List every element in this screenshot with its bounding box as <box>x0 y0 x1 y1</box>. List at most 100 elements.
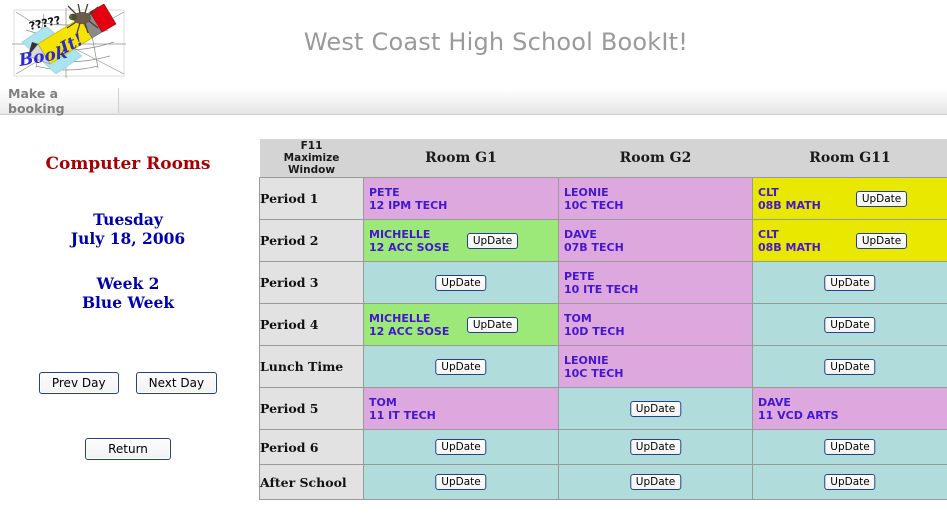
update-booking-button[interactable]: UpDate <box>824 439 876 455</box>
booking-details: LEONIE 10C TECH <box>564 186 624 212</box>
booking-cell-inner: UpDate <box>559 465 752 499</box>
update-booking-button[interactable]: UpDate <box>824 316 876 333</box>
booking-cell[interactable]: UpDate <box>752 464 947 500</box>
row-label-period: Period 5 <box>259 387 364 430</box>
next-day-button[interactable]: Next Day <box>135 372 218 394</box>
booking-grid: F11 Maximize Window Room G1 Room G2 Room… <box>259 139 947 500</box>
booking-cell: TOM 10D TECH <box>558 303 753 346</box>
update-booking-button[interactable]: UpDate <box>824 274 876 291</box>
update-booking-button[interactable]: UpDate <box>629 439 682 455</box>
update-booking-button[interactable]: UpDate <box>435 358 487 375</box>
booking-cell-inner: TOM 10D TECH <box>559 304 752 345</box>
booking-cell-inner: UpDate <box>753 262 947 303</box>
update-booking-button[interactable]: UpDate <box>855 232 908 249</box>
update-booking-button[interactable]: UpDate <box>466 232 519 249</box>
booking-cell[interactable]: UpDate <box>752 303 947 346</box>
grid-row: After School UpDate UpDate UpDate <box>259 464 947 500</box>
booking-teacher: TOM <box>564 311 592 325</box>
sidebar: Computer Rooms Tuesday July 18, 2006 Wee… <box>0 132 256 460</box>
booking-teacher: LEONIE <box>564 185 609 199</box>
booking-cell[interactable]: UpDate <box>363 429 559 465</box>
booking-cell: PETE 12 IPM TECH <box>363 177 559 220</box>
booking-class: 10C TECH <box>564 198 624 212</box>
booking-cell-inner: UpDate <box>364 430 558 464</box>
booking-details: DAVE 11 VCD ARTS <box>758 396 839 422</box>
booking-cell-inner: MICHELLE 12 ACC SOSE UpDate <box>364 220 558 261</box>
date-text: July 18, 2006 <box>70 229 186 248</box>
booking-cell-inner: UpDate <box>753 304 947 345</box>
booking-cell[interactable]: CLT 08B MATH UpDate <box>752 219 947 262</box>
maximize-window-hint-line2: Maximize Window <box>283 152 340 176</box>
booking-cell-inner: CLT 08B MATH UpDate <box>753 220 947 261</box>
maximize-window-hint-line1: F11 <box>300 140 323 152</box>
booking-cell-inner: UpDate <box>559 388 752 429</box>
booking-details: MICHELLE 12 ACC SOSE <box>369 228 449 254</box>
booking-cell-inner: UpDate <box>559 430 752 464</box>
update-booking-button[interactable]: UpDate <box>466 316 519 333</box>
grid-row: Period 2 MICHELLE 12 ACC SOSE UpDate DAVE 07B… <box>259 219 947 262</box>
booking-details: TOM 10D TECH <box>564 312 625 338</box>
booking-class: 10D TECH <box>564 324 625 338</box>
booking-cell[interactable]: UpDate <box>752 429 947 465</box>
booking-cell[interactable]: UpDate <box>558 464 753 500</box>
row-label-period: Lunch Time <box>259 345 364 388</box>
booking-cell-inner: UpDate <box>753 346 947 387</box>
update-booking-button[interactable]: UpDate <box>824 474 876 490</box>
rooms-heading: Computer Rooms <box>45 154 211 174</box>
update-booking-button[interactable]: UpDate <box>435 274 487 291</box>
booking-teacher: DAVE <box>758 395 791 409</box>
booking-cell[interactable]: MICHELLE 12 ACC SOSE UpDate <box>363 219 559 262</box>
row-label-period: Period 1 <box>259 177 364 220</box>
update-booking-button[interactable]: UpDate <box>824 358 876 375</box>
day-name: Tuesday <box>93 210 163 229</box>
booking-cell[interactable]: UpDate <box>558 429 753 465</box>
booking-cell: LEONIE 10C TECH <box>558 345 753 388</box>
booking-details: TOM 11 IT TECH <box>369 396 436 422</box>
row-label-period: Period 6 <box>259 429 364 465</box>
update-booking-button[interactable]: UpDate <box>855 190 908 207</box>
return-row: Return <box>0 438 256 460</box>
update-booking-button[interactable]: UpDate <box>435 439 487 455</box>
tab-bar: Make a booking <box>0 86 947 116</box>
booking-cell[interactable]: CLT 08B MATH UpDate <box>752 177 947 220</box>
column-header-room-g2: Room G2 <box>558 139 753 178</box>
booking-cell[interactable]: UpDate <box>752 261 947 304</box>
return-button[interactable]: Return <box>85 438 171 460</box>
booking-cell-inner: DAVE 07B TECH <box>559 220 752 261</box>
grid-row: Period 3 UpDate PETE 10 ITE TECH UpDate <box>259 261 947 304</box>
booking-cell[interactable]: MICHELLE 12 ACC SOSE UpDate <box>363 303 559 346</box>
update-booking-button[interactable]: UpDate <box>629 400 682 417</box>
booking-cell[interactable]: UpDate <box>558 387 753 430</box>
booking-details: LEONIE 10C TECH <box>564 354 624 380</box>
booking-cell-inner: UpDate <box>364 262 558 303</box>
booking-cell[interactable]: UpDate <box>363 261 559 304</box>
booking-cell: DAVE 11 VCD ARTS <box>752 387 947 430</box>
booking-class: 12 ACC SOSE <box>369 240 450 254</box>
column-header-room-g11: Room G11 <box>752 139 947 178</box>
booking-teacher: PETE <box>564 269 595 283</box>
booking-cell-inner: UpDate <box>364 465 558 499</box>
booking-teacher: CLT <box>758 185 779 199</box>
update-booking-button[interactable]: UpDate <box>435 474 487 490</box>
grid-row: Period 6 UpDate UpDate UpDate <box>259 429 947 465</box>
booking-class: 11 IT TECH <box>369 408 436 422</box>
grid-header-row: F11 Maximize Window Room G1 Room G2 Room… <box>259 139 947 178</box>
booking-details: PETE 10 ITE TECH <box>564 270 638 296</box>
booking-class: 10 ITE TECH <box>564 282 639 296</box>
booking-class: 08B MATH <box>758 240 821 254</box>
prev-day-button[interactable]: Prev Day <box>38 372 119 394</box>
booking-cell[interactable]: UpDate <box>752 345 947 388</box>
tab-make-a-booking[interactable]: Make a booking <box>0 86 119 116</box>
maximize-window-hint: F11 Maximize Window <box>259 139 364 178</box>
booking-cell[interactable]: UpDate <box>363 345 559 388</box>
booking-class: 10C TECH <box>564 366 624 380</box>
page-header: ????? Book It! West Coast High School Bo… <box>0 0 947 88</box>
day-navigation: Prev Day Next Day <box>0 372 256 394</box>
booking-cell: PETE 10 ITE TECH <box>558 261 753 304</box>
page-title: West Coast High School BookIt! <box>303 28 689 56</box>
booking-cell-inner: TOM 11 IT TECH <box>364 388 558 429</box>
booking-cell[interactable]: UpDate <box>363 464 559 500</box>
update-booking-button[interactable]: UpDate <box>629 474 682 490</box>
week-number: Week 2 <box>96 274 160 293</box>
current-week-block: Week 2 Blue Week <box>0 274 256 312</box>
